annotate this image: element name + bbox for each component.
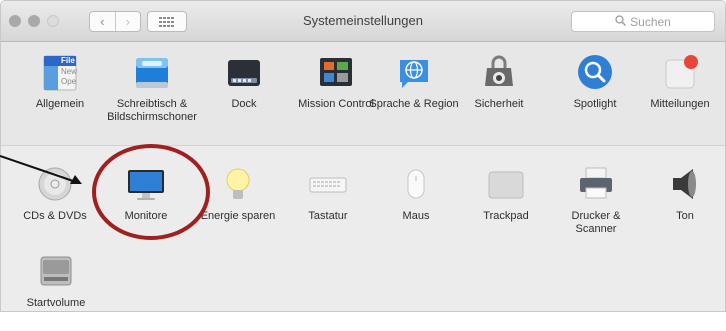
arrow-head-icon bbox=[70, 175, 82, 184]
annotation-overlay bbox=[0, 144, 210, 240]
annotation-arrow bbox=[0, 155, 77, 183]
annotation-circle bbox=[92, 144, 210, 240]
